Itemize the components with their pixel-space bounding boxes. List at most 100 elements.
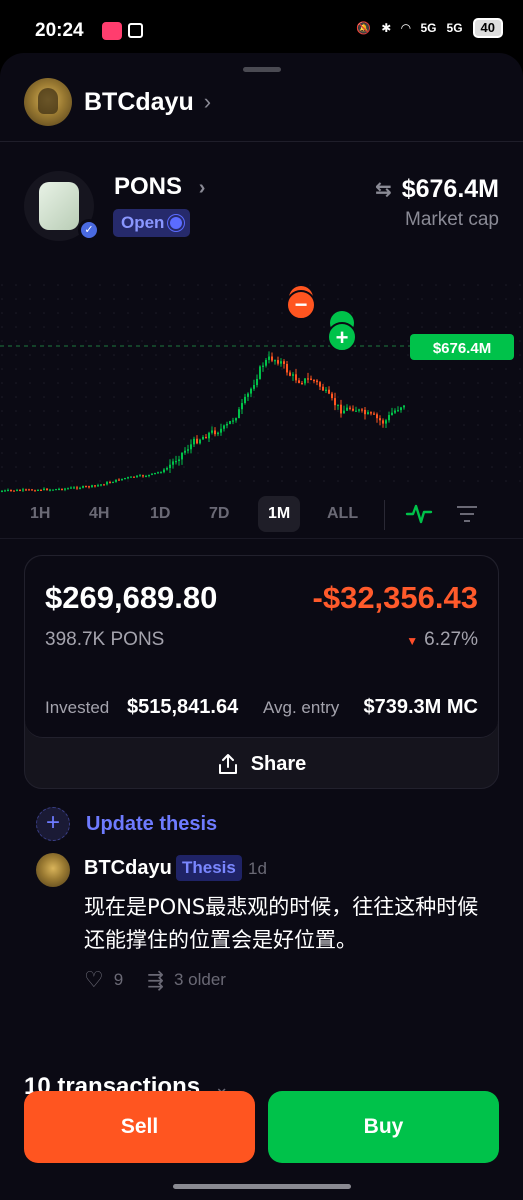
candle-body <box>31 489 33 491</box>
candle-body <box>127 477 129 479</box>
home-indicator[interactable] <box>173 1184 351 1189</box>
candle-body <box>139 475 141 477</box>
svg-text:$676.4M: $676.4M <box>433 340 491 357</box>
owner-avatar <box>24 78 72 126</box>
triangle-down-icon: ▼ <box>406 634 419 648</box>
candle-body <box>142 475 144 477</box>
candle-body <box>310 378 312 380</box>
plus-icon: + <box>36 807 70 841</box>
sell-button[interactable]: Sell <box>24 1091 255 1163</box>
candle-body <box>358 409 360 411</box>
avg-entry-value: $739.3M MC <box>363 696 479 718</box>
older-theses-link[interactable]: 3 older <box>174 970 226 990</box>
heart-icon[interactable]: ♡ <box>84 967 104 993</box>
candle-body <box>268 356 270 360</box>
status-dot-icon <box>170 217 183 229</box>
candle-body <box>361 409 363 411</box>
candle-body <box>184 450 186 453</box>
divider <box>0 141 523 142</box>
candle-body <box>214 430 216 435</box>
candle-body <box>376 414 378 419</box>
share-button[interactable]: Share <box>25 740 498 788</box>
candle-body <box>292 374 294 376</box>
status-bar: 20:24 🔕 ✱ ◠ 5G 5G 40 <box>0 0 523 60</box>
timeframe-4h[interactable]: 4H <box>89 496 109 532</box>
candle-body <box>100 484 102 486</box>
candle-body <box>403 405 405 408</box>
history-icon[interactable]: ⇶ <box>147 968 164 993</box>
candle-body <box>10 489 12 492</box>
candle-body <box>58 488 60 491</box>
candle-body <box>154 472 156 475</box>
candle-body <box>316 380 318 383</box>
post-meta: ♡ 9 ⇶ 3 older <box>84 967 226 993</box>
timeframe-7d[interactable]: 7D <box>209 496 229 532</box>
candle-body <box>220 428 222 433</box>
candle-body <box>397 410 399 412</box>
timeframe-selector: 1H 4H 1D 7D 1M ALL <box>0 496 523 536</box>
candle-body <box>169 464 171 468</box>
author-avatar[interactable] <box>36 853 70 887</box>
candle-body <box>232 420 234 422</box>
candle-body <box>337 404 339 406</box>
candle-body <box>112 481 114 484</box>
buy-marker[interactable]: + <box>327 311 357 352</box>
candle-body <box>175 461 177 463</box>
candle-body <box>259 366 261 379</box>
buy-button[interactable]: Buy <box>268 1091 499 1163</box>
candle-body <box>331 393 333 399</box>
candle-body <box>388 415 390 421</box>
candle-body <box>265 359 267 366</box>
candle-body <box>190 444 192 450</box>
candle-body <box>157 472 159 474</box>
candle-body <box>19 489 21 492</box>
candle-body <box>97 485 99 487</box>
timeframe-all[interactable]: ALL <box>327 496 358 532</box>
candle-body <box>109 482 111 484</box>
candle-body <box>226 423 228 426</box>
candle-body <box>238 409 240 419</box>
candle-body <box>7 489 9 492</box>
candle-body <box>61 488 63 491</box>
divider <box>384 500 385 530</box>
candle-body <box>262 365 264 367</box>
market-cap-label: Market cap <box>405 209 499 230</box>
price-chart[interactable]: − + $676.4M <box>0 283 523 493</box>
svg-text:−: − <box>295 292 308 317</box>
candle-body <box>34 490 36 492</box>
candle-body <box>136 475 138 478</box>
author-name[interactable]: BTCdayu <box>84 857 172 880</box>
filter-icon[interactable] <box>455 504 479 524</box>
timeframe-1h[interactable]: 1H <box>30 496 50 532</box>
candle-body <box>67 488 69 490</box>
candle-body <box>370 412 372 414</box>
candle-body <box>91 485 93 487</box>
owner-row[interactable]: BTCdayu › <box>24 77 211 127</box>
candle-body <box>133 476 135 478</box>
market-cap-amount: $676.4M <box>401 175 499 203</box>
position-value: $269,689.80 <box>45 580 218 615</box>
drag-handle[interactable] <box>243 67 281 72</box>
candle-body <box>280 361 282 364</box>
candle-body <box>313 379 315 382</box>
candle-body <box>289 372 291 376</box>
chart-type-icon[interactable] <box>405 502 433 526</box>
candle-body <box>145 475 147 478</box>
swap-icon[interactable]: ⇆ <box>375 177 392 202</box>
timeframe-1m[interactable]: 1M <box>258 496 301 532</box>
candle-body <box>181 452 183 460</box>
candle-body <box>319 382 321 387</box>
market-cap-value[interactable]: ⇆ $676.4M <box>375 175 499 204</box>
candle-body <box>115 479 117 482</box>
candle-body <box>349 407 351 409</box>
status-badge: Open <box>113 209 191 237</box>
candle-body <box>106 482 108 485</box>
position-summary: $269,689.80 -$32,356.43 398.7K PONS ▼ 6.2… <box>25 556 498 738</box>
timeframe-1d[interactable]: 1D <box>150 496 170 532</box>
candle-body <box>151 473 153 475</box>
token-name-link[interactable]: PONS › <box>114 173 205 201</box>
position-quantity: 398.7K PONS <box>45 629 165 650</box>
update-thesis-button[interactable]: + Update thesis <box>36 807 217 841</box>
chevron-right-icon: › <box>198 177 206 199</box>
chevron-right-icon: › <box>203 89 212 114</box>
